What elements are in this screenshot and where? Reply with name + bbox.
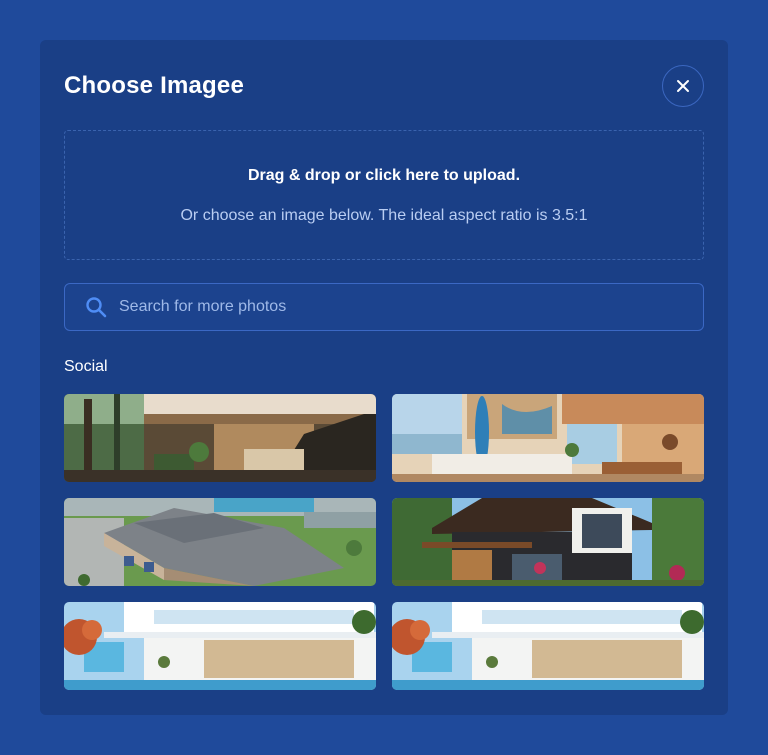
gallery-section-label: Social bbox=[64, 358, 108, 375]
dropzone-primary-text: Drag & drop or click here to upload. bbox=[247, 167, 521, 184]
gallery-image-interior-staircase[interactable] bbox=[64, 394, 376, 482]
modal-title: Choose Imagee bbox=[64, 72, 244, 99]
gallery-image-white-villa-pool-copy[interactable] bbox=[392, 602, 704, 690]
close-icon bbox=[677, 80, 689, 92]
gallery-image-wooden-villa[interactable] bbox=[392, 498, 704, 586]
gallery-image-aerial-apartments[interactable] bbox=[64, 498, 376, 586]
close-button[interactable] bbox=[662, 65, 704, 107]
dropzone-secondary-text: Or choose an image below. The ideal aspe… bbox=[180, 207, 588, 224]
upload-dropzone[interactable]: Drag & drop or click here to upload. Or … bbox=[64, 130, 704, 260]
gallery-image-white-villa-pool[interactable] bbox=[64, 602, 376, 690]
search-input[interactable] bbox=[119, 284, 689, 330]
search-box bbox=[64, 283, 704, 331]
search-icon bbox=[86, 297, 107, 318]
choose-image-modal: Choose Imagee Drag & drop or click here … bbox=[40, 40, 728, 715]
gallery-image-beach-living-room[interactable] bbox=[392, 394, 704, 482]
